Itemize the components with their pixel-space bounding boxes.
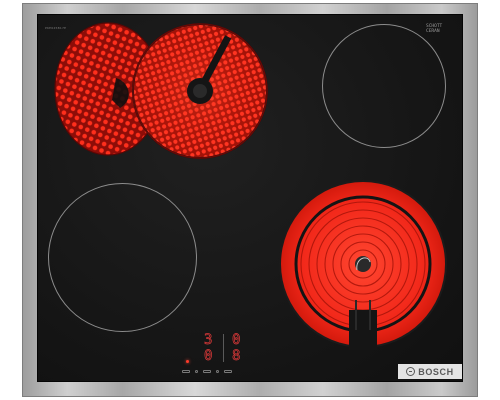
display-digit-4: 8 [232,348,241,364]
minus-icon[interactable] [195,369,198,373]
display-digit-1: 3 [204,332,213,348]
front-left-cooking-zone[interactable] [48,183,197,332]
timer-icon[interactable] [224,369,232,373]
rear-right-cooking-zone[interactable] [322,24,446,148]
touch-key-row [182,368,252,374]
bosch-logo-icon [406,367,416,376]
spec-line-2: CERAN [426,29,440,34]
power-touch-key[interactable] [182,369,190,373]
display-digit-2: 0 [232,332,241,348]
glass-spec-label: SCHOTT CERAN [426,24,456,34]
brand-name: BOSCH [418,366,454,377]
brand-badge: BOSCH [398,364,462,379]
model-code-label: PKE645B17E [45,26,67,30]
power-indicator-led [186,360,189,363]
zone-select-icon[interactable] [203,369,211,373]
display-digit-3: 0 [204,348,213,364]
plus-icon[interactable] [216,369,219,373]
display-divider [223,334,224,362]
